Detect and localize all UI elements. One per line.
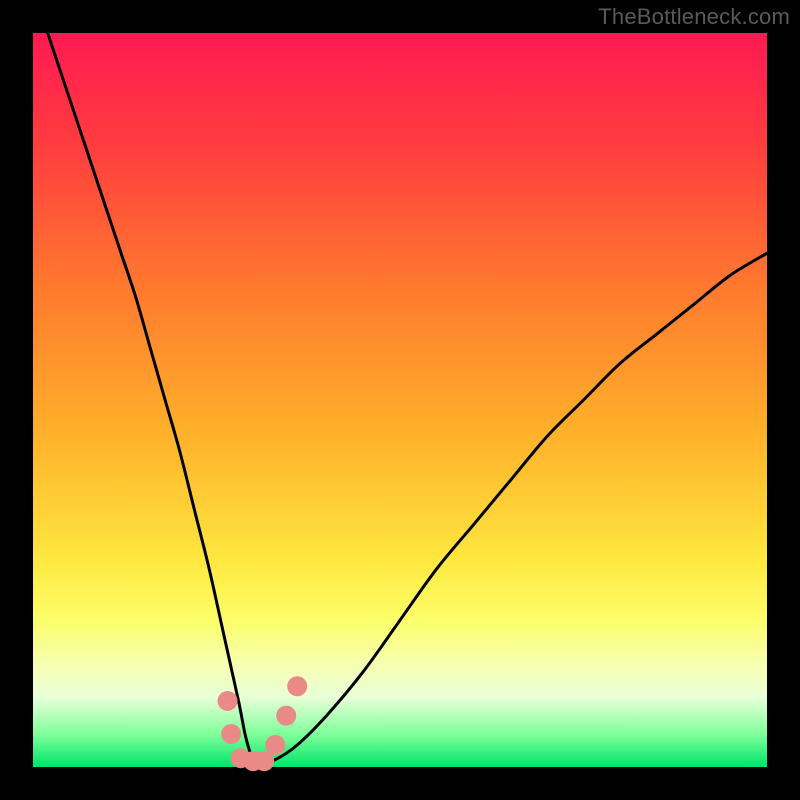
curve-marker (221, 724, 241, 744)
chart-frame: TheBottleneck.com (0, 0, 800, 800)
curve-marker (218, 691, 238, 711)
curve-marker (265, 735, 285, 755)
attribution-text: TheBottleneck.com (598, 4, 790, 30)
curve-marker (276, 706, 296, 726)
plot-background (33, 33, 767, 767)
bottleneck-chart (0, 0, 800, 800)
curve-marker (287, 676, 307, 696)
